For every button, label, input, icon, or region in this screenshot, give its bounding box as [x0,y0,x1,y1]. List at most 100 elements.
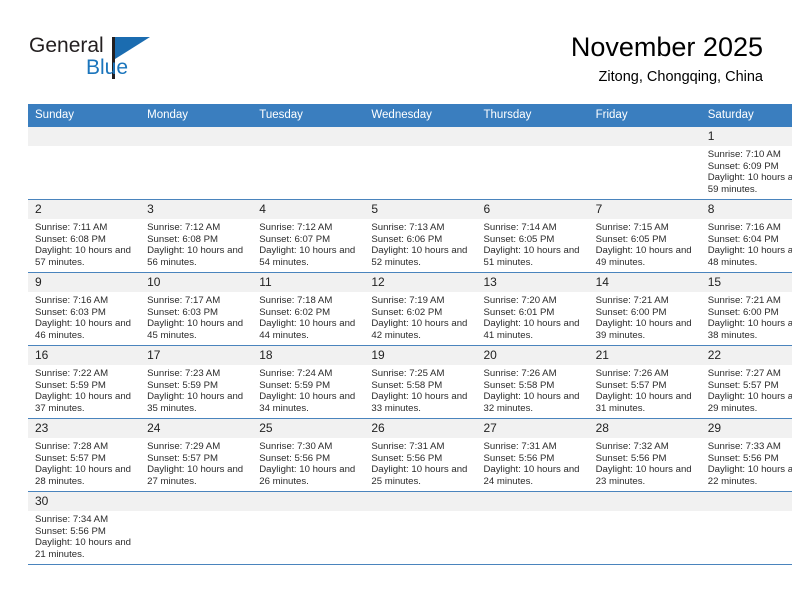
calendar-day-cell[interactable]: 30 Sunrise: 7:34 AM Sunset: 5:56 PM Dayligh… [28,491,141,565]
daylight-text: Daylight: 10 hours and 56 minutes. [147,245,244,268]
calendar-day-cell[interactable]: 13 Sunrise: 7:20 AM Sunset: 6:01 PM Dayligh… [476,272,589,346]
day-sun-info: Sunrise: 7:22 AM Sunset: 5:59 PM Daylight:… [28,365,140,414]
sunrise-text: Sunrise: 7:24 AM [259,368,333,379]
daylight-text: Daylight: 10 hours and 27 minutes. [147,464,244,487]
sunrise-text: Sunrise: 7:26 AM [595,368,669,379]
calendar-day-cell[interactable]: 22 Sunrise: 7:27 AM Sunset: 5:57 PM Dayligh… [700,345,792,419]
day-number: 26 [364,419,477,438]
page-header: General Blue November 2025 Zitong, Chong… [29,30,763,98]
calendar-day-cell[interactable]: 12 Sunrise: 7:19 AM Sunset: 6:02 PM Dayligh… [364,272,477,346]
sunrise-text: Sunrise: 7:16 AM [707,222,781,233]
daylight-text: Daylight: 10 hours and 54 minutes. [259,245,356,268]
sunrise-text: Sunrise: 7:11 AM [35,222,108,233]
day-sun-info: Sunrise: 7:16 AM Sunset: 6:03 PM Daylight:… [28,292,140,341]
calendar-day-cell[interactable]: 16 Sunrise: 7:22 AM Sunset: 5:59 PM Dayligh… [28,345,141,419]
calendar-day-cell[interactable]: 5 Sunrise: 7:13 AM Sunset: 6:06 PM Daylight… [364,199,477,273]
calendar-day-cell[interactable]: 26 Sunrise: 7:31 AM Sunset: 5:56 PM Dayligh… [364,418,477,492]
weekday-header-friday: Friday [588,104,701,127]
day-number: 28 [588,419,701,438]
day-sun-info: Sunrise: 7:23 AM Sunset: 5:59 PM Daylight:… [140,365,252,414]
logo-text-general: General [29,34,104,57]
sunrise-text: Sunrise: 7:12 AM [147,222,221,233]
calendar-day-cell[interactable]: 4 Sunrise: 7:12 AM Sunset: 6:07 PM Daylight… [252,199,365,273]
day-number: 11 [252,273,365,292]
sunrise-text: Sunrise: 7:32 AM [595,441,669,452]
calendar-day-cell[interactable]: 7 Sunrise: 7:15 AM Sunset: 6:05 PM Daylight… [588,199,701,273]
daylight-text: Daylight: 10 hours and 37 minutes. [35,391,131,414]
calendar-empty-cell [28,127,141,200]
day-number: 4 [252,200,365,219]
calendar-day-cell[interactable]: 8 Sunrise: 7:16 AM Sunset: 6:04 PM Daylight… [700,199,792,273]
page-subtitle: Zitong, Chongqing, China [598,69,763,85]
sunrise-text: Sunrise: 7:26 AM [483,368,557,379]
day-sun-info: Sunrise: 7:28 AM Sunset: 5:57 PM Daylight:… [28,438,140,487]
calendar-day-cell[interactable]: 28 Sunrise: 7:32 AM Sunset: 5:56 PM Dayligh… [588,418,701,492]
daylight-text: Daylight: 10 hours and 28 minutes. [35,464,131,487]
sunset-text: Sunset: 5:58 PM [371,379,443,391]
calendar-day-cell[interactable]: 15 Sunrise: 7:21 AM Sunset: 6:00 PM Dayligh… [700,272,792,346]
calendar-day-cell[interactable]: 23 Sunrise: 7:28 AM Sunset: 5:57 PM Dayligh… [28,418,141,492]
calendar-table: Sunday Monday Tuesday Wednesday Thursday… [28,104,792,565]
day-number: 2 [28,200,141,219]
day-sun-info: Sunrise: 7:17 AM Sunset: 6:03 PM Daylight:… [140,292,252,341]
sunrise-text: Sunrise: 7:25 AM [371,368,445,379]
day-sun-info: Sunrise: 7:19 AM Sunset: 6:02 PM Daylight:… [364,292,476,341]
day-number: 9 [28,273,141,292]
daylight-text: Daylight: 10 hours and 25 minutes. [371,464,468,487]
day-number [252,127,365,146]
daylight-text: Daylight: 10 hours and 44 minutes. [259,318,356,341]
calendar-day-cell[interactable]: 27 Sunrise: 7:31 AM Sunset: 5:56 PM Dayligh… [476,418,589,492]
sunset-text: Sunset: 5:56 PM [35,525,106,537]
daylight-text: Daylight: 10 hours and 32 minutes. [483,391,580,414]
day-sun-info: Sunrise: 7:12 AM Sunset: 6:08 PM Daylight:… [140,219,252,268]
day-sun-info: Sunrise: 7:24 AM Sunset: 5:59 PM Daylight:… [252,365,364,414]
calendar-day-cell[interactable]: 10 Sunrise: 7:17 AM Sunset: 6:03 PM Dayligh… [140,272,253,346]
calendar-day-cell[interactable]: 18 Sunrise: 7:24 AM Sunset: 5:59 PM Dayligh… [252,345,365,419]
sunrise-text: Sunrise: 7:23 AM [147,368,221,379]
calendar-day-cell[interactable]: 2 Sunrise: 7:11 AM Sunset: 6:08 PM Daylight… [28,199,141,273]
calendar-empty-cell [140,127,253,200]
day-sun-info: Sunrise: 7:27 AM Sunset: 5:57 PM Daylight:… [701,365,792,414]
calendar-empty-cell [140,491,253,565]
calendar-day-cell[interactable]: 3 Sunrise: 7:12 AM Sunset: 6:08 PM Daylight… [140,199,253,273]
calendar-day-cell[interactable]: 14 Sunrise: 7:21 AM Sunset: 6:00 PM Dayligh… [588,272,701,346]
calendar-day-cell[interactable]: 11 Sunrise: 7:18 AM Sunset: 6:02 PM Dayligh… [252,272,365,346]
daylight-text: Daylight: 10 hours and 39 minutes. [595,318,692,341]
title-block: November 2025 Zitong, Chongqing, China [571,30,763,88]
day-number: 29 [700,419,792,438]
day-number: 21 [588,346,701,365]
calendar-day-cell[interactable]: 9 Sunrise: 7:16 AM Sunset: 6:03 PM Daylight… [28,272,141,346]
day-number: 27 [476,419,589,438]
day-number [700,492,792,511]
sunset-text: Sunset: 6:09 PM [707,160,779,172]
calendar-day-cell[interactable]: 20 Sunrise: 7:26 AM Sunset: 5:58 PM Dayligh… [476,345,589,419]
day-number: 22 [700,346,792,365]
day-sun-info: Sunrise: 7:20 AM Sunset: 6:01 PM Daylight:… [477,292,589,341]
day-sun-info: Sunrise: 7:13 AM Sunset: 6:06 PM Daylight:… [364,219,476,268]
day-sun-info: Sunrise: 7:26 AM Sunset: 5:58 PM Daylight:… [477,365,589,414]
weekday-header-sunday: Sunday [28,104,141,127]
calendar-empty-cell [364,127,477,200]
day-number: 1 [700,127,792,146]
calendar-day-cell[interactable]: 6 Sunrise: 7:14 AM Sunset: 6:05 PM Daylight… [476,199,589,273]
day-number [252,492,365,511]
general-blue-logo[interactable]: General Blue [29,34,169,90]
calendar-day-cell[interactable]: 19 Sunrise: 7:25 AM Sunset: 5:58 PM Dayligh… [364,345,477,419]
day-number: 13 [476,273,589,292]
calendar-day-cell[interactable]: 24 Sunrise: 7:29 AM Sunset: 5:57 PM Dayligh… [140,418,253,492]
sunrise-text: Sunrise: 7:22 AM [35,368,109,379]
day-number [588,492,701,511]
calendar-day-cell[interactable]: 29 Sunrise: 7:33 AM Sunset: 5:56 PM Dayligh… [700,418,792,492]
weekday-header-monday: Monday [140,104,253,127]
calendar-day-cell[interactable]: 1 Sunrise: 7:10 AM Sunset: 6:09 PM Daylight… [700,127,792,200]
calendar-day-cell[interactable]: 17 Sunrise: 7:23 AM Sunset: 5:59 PM Dayligh… [140,345,253,419]
sunset-text: Sunset: 5:56 PM [371,452,443,464]
sunrise-text: Sunrise: 7:31 AM [371,441,445,452]
calendar-day-cell[interactable]: 25 Sunrise: 7:30 AM Sunset: 5:56 PM Dayligh… [252,418,365,492]
day-number: 8 [700,200,792,219]
calendar-week-row: 2 Sunrise: 7:11 AM Sunset: 6:08 PM Daylight… [28,199,792,273]
calendar-day-cell[interactable]: 21 Sunrise: 7:26 AM Sunset: 5:57 PM Dayligh… [588,345,701,419]
day-number: 3 [140,200,253,219]
calendar-week-row: 1 Sunrise: 7:10 AM Sunset: 6:09 PM Daylight… [28,127,792,200]
calendar-body: 1 Sunrise: 7:10 AM Sunset: 6:09 PM Daylight… [28,127,792,565]
